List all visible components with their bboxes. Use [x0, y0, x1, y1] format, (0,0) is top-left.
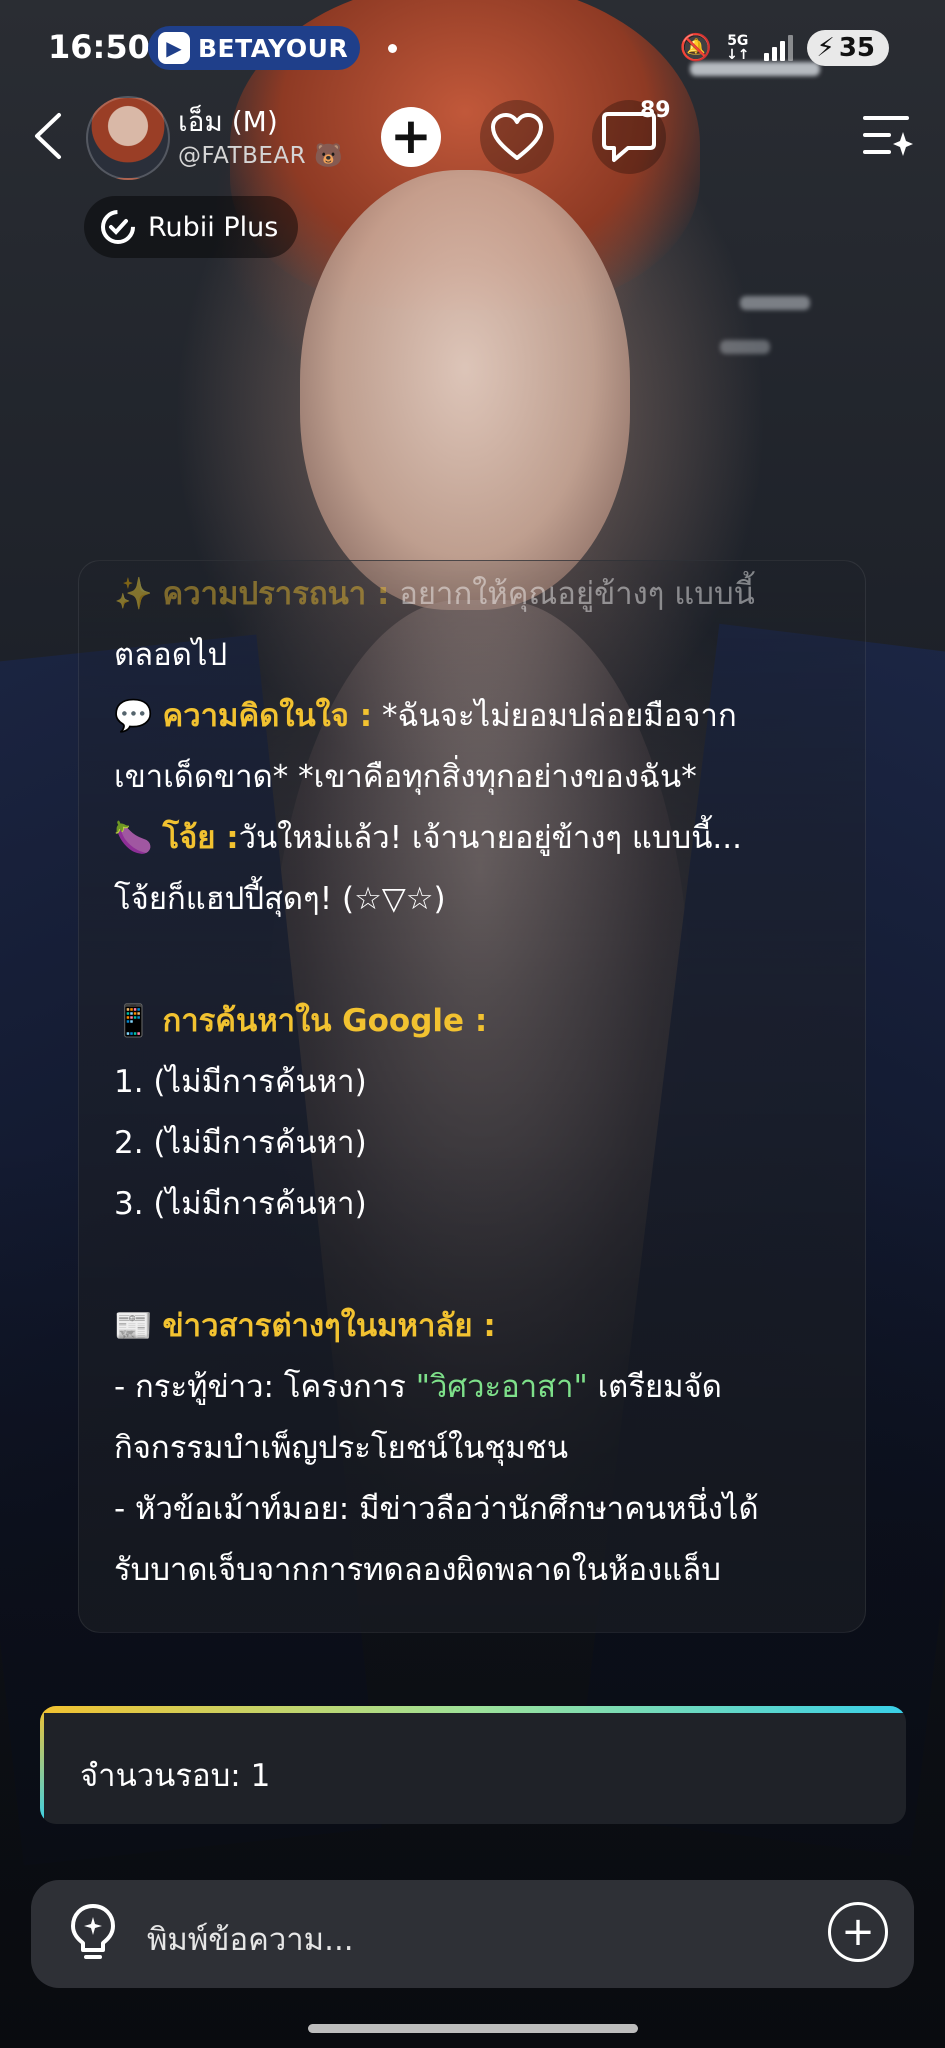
- news-item: - หัวข้อเม้าท์มอย: มีข่าวลือว่านักศึกษาค…: [114, 1491, 759, 1527]
- menu-sparkle-icon: [863, 116, 913, 156]
- sparkles-icon: ✨: [114, 576, 153, 612]
- newspaper-icon: 📰: [114, 1308, 153, 1344]
- joy-line-continued: โจ้ยก็แฮปปี้สุดๆ! (☆▽☆): [114, 881, 446, 917]
- round-counter-panel: จำนวนรอบ: 1: [40, 1706, 906, 1824]
- speech-bubble-icon: 💬: [114, 698, 153, 734]
- app-indicator: ▶ BETAYOUR: [148, 26, 360, 70]
- rubii-plus-icon: [101, 210, 135, 244]
- charging-icon: ⚡: [816, 33, 835, 63]
- app-logo-icon: ▶: [158, 32, 190, 64]
- comment-count-badge: 89: [640, 98, 671, 123]
- battery-level: 35: [838, 33, 875, 63]
- menu-button[interactable]: [859, 108, 915, 164]
- google-search-heading: 📱 การค้นหาใน Google :: [114, 995, 487, 1045]
- thought-line-continued: เขาเด็ดขาด* *เขาคือทุกสิ่งทุกอย่างของฉัน…: [114, 759, 697, 795]
- character-name[interactable]: เอ็ม (M): [178, 100, 278, 144]
- rubii-plus-button[interactable]: Rubii Plus: [84, 196, 299, 258]
- news-item-continued: รับบาดเจ็บจากการทดลองผิดพลาดในห้องแล็บ: [114, 1552, 721, 1588]
- status-time: 16:50: [48, 28, 150, 66]
- creator-handle[interactable]: @FATBEAR 🐻: [178, 142, 343, 169]
- like-button[interactable]: [480, 100, 554, 174]
- back-button[interactable]: [20, 108, 76, 164]
- joy-label: โจ้ย :: [162, 820, 239, 856]
- mute-icon: 🔕: [679, 33, 713, 63]
- heart-icon: [491, 113, 543, 160]
- status-bar: 16:50 ▶ BETAYOUR 🔕 5G ↓↑ ⚡ 35: [0, 0, 945, 100]
- wish-line-continued: ตลอดไป: [114, 637, 228, 673]
- thought-text: *ฉันจะไม่ยอมปล่อยมือจาก: [372, 698, 737, 734]
- joy-text: วันใหม่แล้ว! เจ้านายอยู่ข้างๆ แบบนี้...: [238, 820, 742, 856]
- google-search-label: การค้นหาใน Google :: [162, 1003, 488, 1039]
- thought-line: 💬 ความคิดในใจ : *ฉันจะไม่ยอมปล่อยมือจาก: [114, 690, 737, 740]
- wish-text: อยากให้คุณอยู่ข้างๆ แบบนี้: [389, 576, 755, 612]
- network-indicator: 5G ↓↑: [726, 33, 750, 63]
- thought-label: ความคิดในใจ :: [162, 698, 373, 734]
- university-news-heading: 📰 ข่าวสารต่างๆในมหาลัย :: [114, 1300, 496, 1350]
- notification-dot: [388, 44, 397, 53]
- wish-label: ความปรารถนา :: [162, 576, 390, 612]
- eggplant-icon: 🍆: [114, 820, 153, 856]
- signal-icon: [763, 35, 793, 61]
- add-attachment-button[interactable]: +: [828, 1902, 888, 1962]
- news-item: - กระทู้ข่าว: โครงการ "วิศวะอาสา" เตรียม…: [114, 1369, 722, 1405]
- message-input-bar[interactable]: พิมพ์ข้อความ... +: [31, 1880, 914, 1988]
- university-news-label: ข่าวสารต่างๆในมหาลัย :: [162, 1308, 496, 1344]
- app-name: BETAYOUR: [198, 33, 349, 63]
- news-item-continued: กิจกรรมบำเพ็ญประโยชน์ในชุมชน: [114, 1430, 569, 1466]
- search-item: 1. (ไม่มีการค้นหา): [114, 1064, 367, 1100]
- rubii-plus-label: Rubii Plus: [148, 211, 279, 243]
- search-item: 2. (ไม่มีการค้นหา): [114, 1125, 367, 1161]
- wish-line: ✨ ความปรารถนา : อยากให้คุณอยู่ข้างๆ แบบน…: [114, 568, 755, 618]
- message-input[interactable]: พิมพ์ข้อความ...: [147, 1914, 354, 1964]
- search-item: 3. (ไม่มีการค้นหา): [114, 1186, 367, 1222]
- joy-line: 🍆 โจ้ย :วันใหม่แล้ว! เจ้านายอยู่ข้างๆ แบ…: [114, 812, 742, 862]
- lightbulb-icon[interactable]: [61, 1900, 125, 1964]
- plus-icon: +: [841, 1909, 875, 1955]
- character-avatar[interactable]: [86, 96, 170, 180]
- system-icons: 🔕 5G ↓↑ ⚡ 35: [680, 30, 889, 66]
- chevron-left-icon: [35, 113, 61, 159]
- project-name: "วิศวะอาสา": [415, 1369, 588, 1405]
- home-indicator: [308, 2024, 638, 2033]
- phone-icon: 📱: [114, 1003, 153, 1039]
- battery-indicator: ⚡ 35: [806, 30, 889, 66]
- follow-button[interactable]: +: [374, 100, 448, 174]
- plus-icon: +: [381, 107, 441, 167]
- round-count: จำนวนรอบ: 1: [80, 1758, 271, 1794]
